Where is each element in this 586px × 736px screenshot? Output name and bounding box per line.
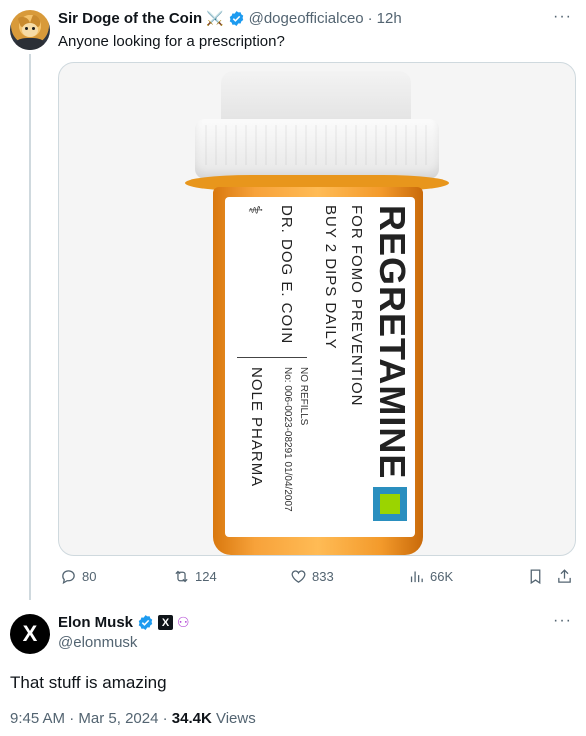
bottle-cap-ridges (205, 125, 429, 165)
pharmacy-name: NOLE PHARMA (248, 367, 265, 488)
reply-button[interactable]: 80 (60, 568, 96, 585)
views-label: Views (215, 710, 256, 727)
separator-dot: · (162, 710, 168, 727)
post-date[interactable]: Mar 5, 2024 (78, 710, 158, 727)
label-color-square (373, 487, 407, 521)
more-options-icon[interactable]: ··· (553, 612, 572, 630)
verified-badge-icon[interactable] (137, 614, 154, 631)
avatar-collar (16, 38, 44, 50)
bottle-label: REGRETAMINE FOR FOMO PREVENTION BUY 2 DI… (225, 197, 415, 537)
display-name[interactable]: Elon Musk (58, 614, 133, 631)
share-icon (558, 569, 571, 583)
reply-text: That stuff is amazing (10, 673, 167, 692)
reply-icon (62, 570, 75, 585)
tweet-meta: 9:45 AM · Mar 5, 2024 · 34.4K Views (10, 710, 256, 727)
repost-button[interactable]: 124 (173, 568, 217, 585)
x-affiliate-badge-icon[interactable]: X (158, 615, 174, 630)
bookmark-button[interactable] (527, 568, 544, 585)
repost-icon (175, 570, 188, 583)
verified-badge-icon[interactable] (228, 10, 245, 27)
more-options-icon[interactable]: ··· (553, 8, 572, 26)
label-rotated-content: REGRETAMINE FOR FOMO PREVENTION BUY 2 DI… (225, 197, 415, 537)
like-count: 833 (312, 569, 334, 584)
avatar-dogeofficialceo[interactable] (10, 10, 50, 50)
separator-dot: · (367, 10, 373, 27)
user-handle[interactable]: @elonmusk (58, 634, 137, 651)
drug-purpose: FOR FOMO PREVENTION (348, 205, 365, 407)
rx-number: No: 006-0023-08291 01/04/2007 (282, 367, 293, 512)
drug-name: REGRETAMINE (372, 205, 413, 480)
avatar-elonmusk[interactable]: X (10, 614, 50, 654)
tweet-action-bar: 80 124 833 66K (58, 568, 576, 590)
repost-count: 124 (195, 569, 217, 584)
avatar-eye-left (25, 27, 28, 30)
pill-bottle: REGRETAMINE FOR FOMO PREVENTION BUY 2 DI… (59, 63, 575, 555)
doctor-name: DR. DOG E. COIN (278, 205, 295, 345)
post-time[interactable]: 9:45 AM (10, 710, 65, 727)
views-button[interactable]: 66K (408, 568, 453, 585)
like-button[interactable]: 833 (290, 568, 334, 585)
label-divider (237, 357, 307, 358)
avatar-eye-right (32, 27, 35, 30)
reply-count: 80 (82, 569, 97, 584)
reply-header: Elon Musk X ⚇ (58, 614, 190, 631)
drug-dosage: BUY 2 DIPS DAILY (322, 205, 339, 350)
thread-connector-line (29, 54, 31, 600)
views-chart-icon (410, 571, 423, 583)
view-count: 66K (430, 569, 454, 584)
person-badge-icon[interactable]: ⚇ (177, 614, 190, 631)
bookmark-icon (530, 569, 541, 585)
separator-dot: · (69, 710, 75, 727)
heart-icon (291, 570, 306, 583)
tweet-header: Sir Doge of the Coin ⚔️ @dogeofficialceo… (58, 10, 402, 27)
caduceus-icon: ⚕ (245, 205, 265, 215)
crossed-swords-icon: ⚔️ (206, 10, 224, 26)
views-count: 34.4K (171, 710, 212, 727)
user-handle[interactable]: @dogeofficialceo (249, 10, 364, 27)
display-name[interactable]: Sir Doge of the Coin (58, 10, 202, 27)
avatar-face (22, 23, 38, 37)
tweet-original: Sir Doge of the Coin ⚔️ @dogeofficialceo… (0, 0, 586, 600)
share-button[interactable] (556, 568, 573, 585)
tweet-timestamp[interactable]: 12h (377, 10, 402, 27)
tweet-image[interactable]: REGRETAMINE FOR FOMO PREVENTION BUY 2 DI… (58, 62, 576, 556)
tweet-text: Anyone looking for a prescription? (58, 33, 285, 50)
refills-text: NO REFILLS (298, 367, 309, 426)
